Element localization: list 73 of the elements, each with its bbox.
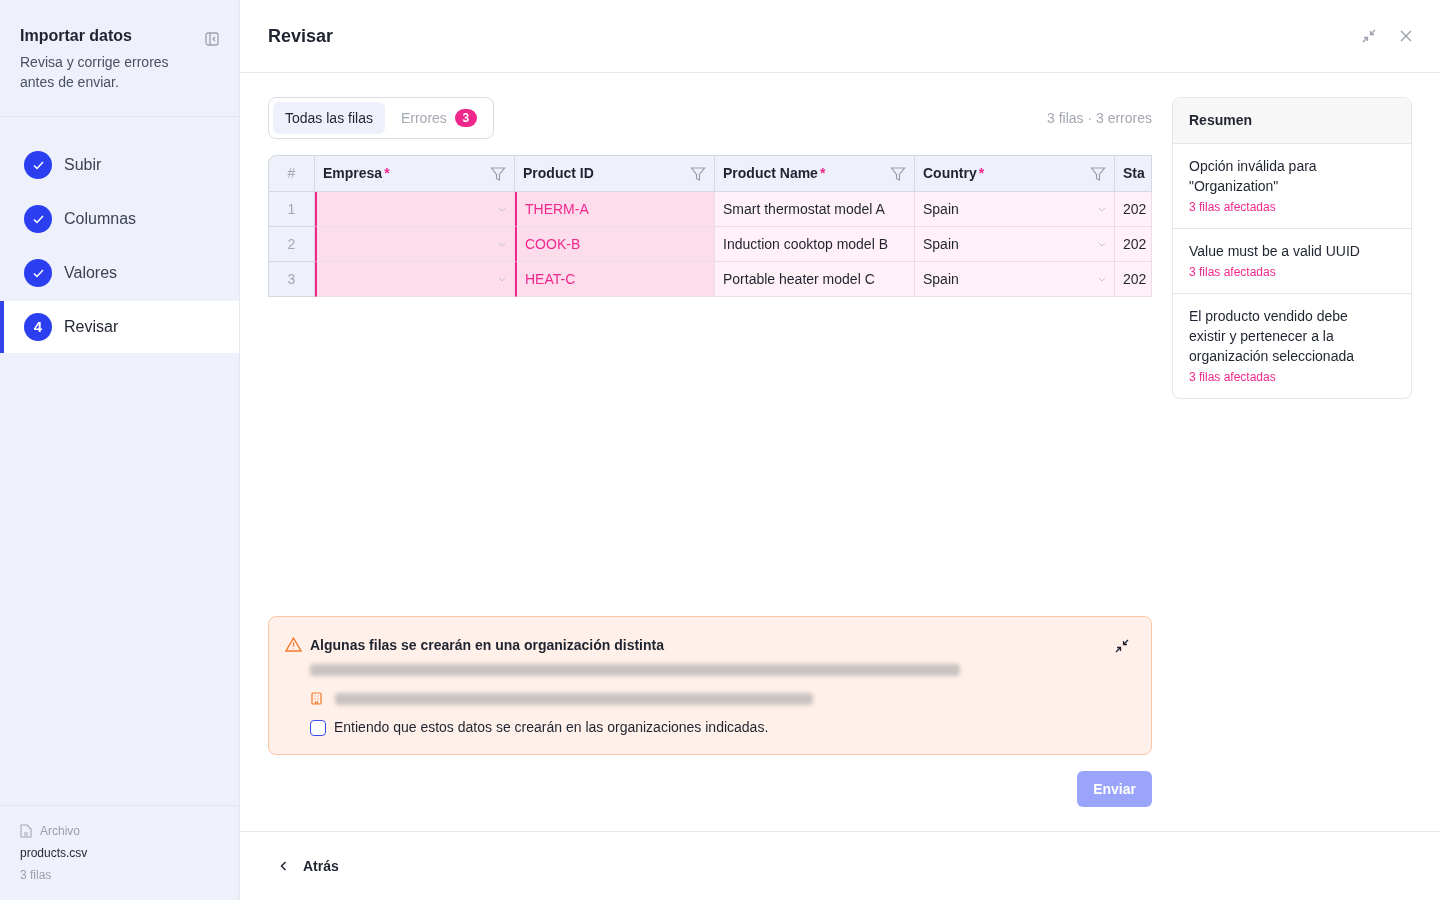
collapse-sidebar-icon[interactable] — [205, 32, 219, 46]
error-message: El producto vendido debe existir y pertenecer a la organización seleccionada — [1189, 307, 1355, 366]
select-cell[interactable] — [315, 192, 515, 227]
row-number: 2 — [268, 227, 315, 262]
count-badge: 3 — [454, 109, 477, 127]
row-number: 3 — [268, 262, 315, 297]
row-error-count: 3 filas · 3 errores — [1046, 108, 1152, 128]
file-label: Archivo — [40, 823, 80, 840]
select-cell[interactable]: Spain — [915, 227, 1115, 262]
affected-rows: 3 filas afectadas — [1189, 263, 1379, 281]
sidebar-title: Importar datos — [20, 26, 133, 46]
chevron-down-icon — [1098, 241, 1106, 247]
warning-title: Algunas filas se crearán en una organización distinta — [310, 636, 665, 655]
filter-icon[interactable] — [690, 165, 706, 182]
sidebar-subtitle: Revisa y corrige errores antes de enviar. — [20, 53, 170, 92]
summary-title: Resumen — [1189, 111, 1254, 130]
table-cell: 202 — [1115, 192, 1152, 227]
error-message: Opción inválida para "Organization" — [1189, 157, 1318, 196]
close-icon[interactable] — [1400, 30, 1412, 42]
select-cell[interactable] — [315, 262, 515, 297]
warning-icon — [285, 637, 302, 652]
column-header[interactable]: Product Name* — [715, 155, 915, 192]
minimize-icon[interactable] — [1362, 29, 1376, 43]
checkbox-label: Entiendo que estos datos se crearán en las organizaciones indicadas. — [334, 718, 769, 737]
affected-rows: 3 filas afectadas — [1189, 368, 1379, 386]
step-item[interactable]: Subir — [0, 139, 239, 191]
chevron-down-icon — [1098, 276, 1106, 282]
table-cell: HEAT-C — [515, 262, 715, 297]
table-cell: THERM-A — [515, 192, 715, 227]
filter-icon[interactable] — [890, 165, 906, 182]
table-cell: COOK-B — [515, 227, 715, 262]
column-header[interactable]: Empresa* — [315, 155, 515, 192]
column-header[interactable]: Country* — [915, 155, 1115, 192]
table-cell: 202 — [1115, 227, 1152, 262]
file-row-count: 3 filas — [20, 867, 53, 884]
tab[interactable]: Todas las filas — [273, 102, 385, 134]
file-icon — [20, 824, 32, 838]
checkbox[interactable] — [310, 719, 326, 736]
building-icon — [310, 692, 323, 705]
required-mark: * — [978, 165, 985, 181]
table-cell: 202 — [1115, 262, 1152, 297]
select-cell[interactable]: Spain — [915, 192, 1115, 227]
table-cell: Portable heater model C — [715, 262, 915, 297]
step-item[interactable]: Columnas — [0, 193, 239, 245]
select-cell[interactable] — [315, 227, 515, 262]
filter-icon[interactable] — [1090, 165, 1106, 182]
file-name: products.csv — [20, 845, 89, 862]
step-item[interactable]: Valores — [0, 247, 239, 299]
select-cell[interactable]: Spain — [915, 262, 1115, 297]
check-icon — [32, 214, 44, 224]
collapse-icon[interactable] — [1115, 639, 1129, 653]
page-title: Revisar — [268, 24, 334, 48]
tab[interactable]: Errores 3 — [388, 102, 489, 134]
required-mark: * — [819, 165, 826, 181]
table-cell: Induction cooktop model B — [715, 227, 915, 262]
column-header[interactable]: Sta — [1115, 155, 1152, 192]
check-icon — [32, 268, 44, 278]
filter-icon[interactable] — [490, 165, 506, 182]
chevron-down-icon — [1098, 206, 1106, 212]
table-cell: Smart thermostat model A — [715, 192, 915, 227]
chevron-left-icon — [280, 861, 287, 871]
chevron-down-icon — [498, 276, 506, 282]
check-icon — [32, 160, 44, 170]
row-number: 1 — [268, 192, 315, 227]
required-mark: * — [384, 165, 390, 181]
error-message: Value must be a valid UUID — [1189, 242, 1361, 261]
column-header: # — [268, 155, 315, 192]
column-header[interactable]: Product ID — [515, 155, 715, 192]
affected-rows: 3 filas afectadas — [1189, 198, 1379, 216]
chevron-down-icon — [498, 206, 506, 212]
chevron-down-icon — [498, 241, 506, 247]
back-button[interactable]: Atrás — [280, 855, 339, 877]
step-item[interactable]: 4 Revisar — [0, 301, 239, 353]
